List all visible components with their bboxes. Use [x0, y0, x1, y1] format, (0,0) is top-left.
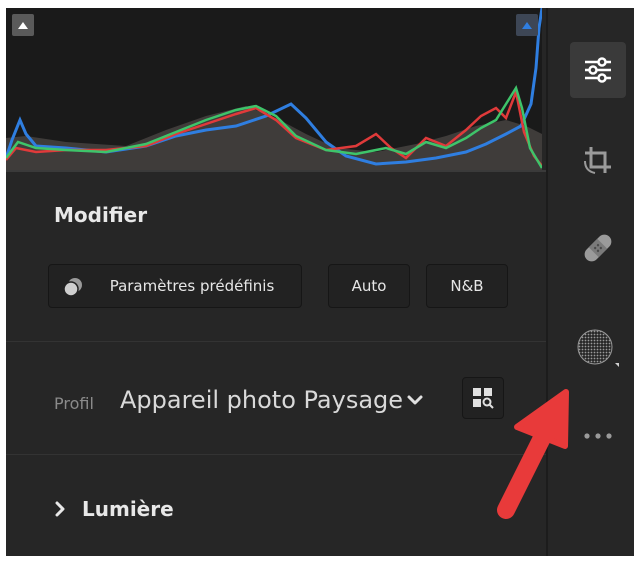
profile-label: Profil [54, 394, 94, 413]
more-dots-icon [584, 433, 612, 439]
auto-button[interactable]: Auto [328, 264, 410, 308]
black-white-button[interactable]: N&B [426, 264, 508, 308]
edit-tool-button[interactable] [570, 42, 626, 98]
profile-browser-button[interactable] [462, 377, 504, 419]
section-light-label: Lumière [82, 497, 174, 521]
auto-label: Auto [351, 277, 387, 295]
panel-title: Modifier [54, 203, 148, 227]
section-divider [6, 341, 546, 342]
healing-tool-button[interactable] [570, 220, 626, 276]
healing-bandage-icon [584, 234, 612, 262]
triangle-up-icon [18, 21, 28, 29]
more-tools-button[interactable] [570, 408, 626, 464]
masking-tool-button[interactable] [570, 322, 626, 378]
histogram [6, 8, 542, 170]
crop-tool-button[interactable] [570, 132, 626, 188]
chevron-right-icon [55, 501, 65, 517]
profile-grid-search-icon [473, 388, 494, 409]
section-divider [6, 454, 546, 455]
triangle-up-icon [522, 21, 532, 29]
profile-dropdown[interactable]: Appareil photo Paysage [120, 386, 403, 414]
presets-icon [63, 278, 82, 297]
histogram-graph [6, 8, 542, 170]
masking-circle-icon [577, 329, 619, 367]
presets-button[interactable]: Paramètres prédéfinis [48, 264, 302, 308]
sliders-icon [585, 57, 611, 83]
tool-strip [546, 8, 634, 556]
histogram-divider [6, 170, 546, 172]
edit-panel-frame: Modifier Paramètres prédéfinis Auto N&B … [6, 8, 634, 556]
black-white-label: N&B [450, 277, 484, 295]
shadow-clipping-toggle[interactable] [12, 14, 34, 36]
chevron-down-icon[interactable] [406, 391, 424, 409]
highlight-clipping-toggle[interactable] [516, 14, 538, 36]
section-light-header[interactable]: Lumière [54, 497, 174, 521]
presets-label: Paramètres prédéfinis [109, 277, 275, 295]
crop-rotate-icon [584, 147, 611, 174]
